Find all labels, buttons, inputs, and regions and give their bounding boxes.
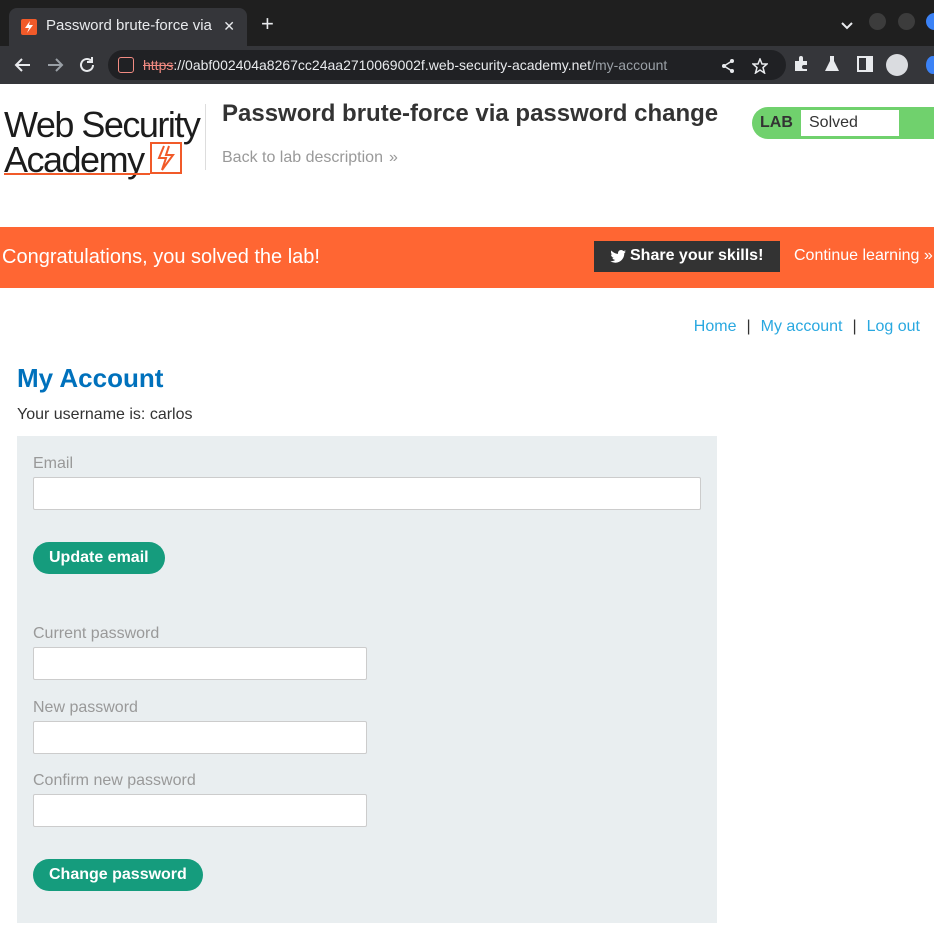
back-arrow-icon[interactable] bbox=[13, 55, 33, 75]
share-skills-label: Share your skills! bbox=[630, 247, 764, 264]
page-title: My Account bbox=[17, 363, 164, 393]
nav-log-out-link[interactable]: Log out bbox=[867, 318, 920, 335]
labs-flask-icon[interactable] bbox=[824, 55, 840, 78]
tab-search-icon[interactable] bbox=[840, 18, 854, 36]
current-password-label: Current password bbox=[33, 625, 160, 642]
window-minimize-icon[interactable] bbox=[869, 13, 886, 30]
update-email-button[interactable]: Update email bbox=[33, 542, 165, 574]
browser-toolbar: https://0abf002404a8267cc24aa2710069002f… bbox=[0, 46, 934, 84]
change-password-button[interactable]: Change password bbox=[33, 859, 203, 891]
web-security-academy-logo[interactable]: Web Security Academy bbox=[4, 104, 204, 180]
logo-underline bbox=[4, 173, 150, 175]
nav-separator: | bbox=[746, 318, 751, 335]
bookmark-star-icon[interactable] bbox=[751, 56, 769, 79]
lab-title: Password brute-force via password change bbox=[222, 100, 719, 127]
logo-bolt-icon bbox=[150, 142, 182, 174]
browser-tab[interactable]: Password brute-force via p ✕ bbox=[9, 8, 247, 46]
burp-favicon-icon bbox=[21, 19, 37, 35]
account-form-panel: Email Update email Current password New … bbox=[17, 436, 717, 923]
side-panel-icon[interactable] bbox=[857, 55, 873, 78]
new-password-label: New password bbox=[33, 699, 138, 716]
lab-status-value: Solved bbox=[801, 110, 899, 136]
url-text: https://0abf002404a8267cc24aa2710069002f… bbox=[143, 57, 667, 73]
congratulations-message: Congratulations, you solved the lab! bbox=[2, 246, 320, 268]
account-nav: Home | My account | Log out bbox=[694, 318, 920, 336]
username-text: Your username is: carlos bbox=[17, 406, 193, 423]
email-label: Email bbox=[33, 455, 74, 472]
nav-home-link[interactable]: Home bbox=[694, 318, 737, 335]
solved-banner: Congratulations, you solved the lab! Sha… bbox=[0, 227, 934, 288]
confirm-password-field[interactable] bbox=[33, 794, 367, 827]
continue-learning-link[interactable]: Continue learning » bbox=[794, 247, 933, 265]
window-maximize-icon[interactable] bbox=[898, 13, 915, 30]
browser-tab-bar: Password brute-force via p ✕ + bbox=[0, 0, 934, 46]
new-tab-button[interactable]: + bbox=[261, 13, 274, 35]
not-secure-icon[interactable] bbox=[118, 57, 134, 73]
back-link-label: Back to lab description bbox=[222, 149, 383, 166]
share-skills-button[interactable]: Share your skills! bbox=[594, 241, 780, 272]
current-password-field[interactable] bbox=[33, 647, 367, 680]
tab-title: Password brute-force via p bbox=[46, 17, 216, 34]
share-icon[interactable] bbox=[720, 58, 736, 79]
extensions-puzzle-icon[interactable] bbox=[792, 55, 810, 78]
back-chevron-icon: » bbox=[388, 149, 398, 166]
url-host: ://0abf002404a8267cc24aa2710069002f.web-… bbox=[173, 57, 592, 73]
header-divider bbox=[205, 104, 206, 170]
window-close-icon[interactable] bbox=[926, 13, 934, 30]
nav-my-account-link[interactable]: My account bbox=[761, 318, 843, 335]
url-path: /my-account bbox=[591, 57, 668, 73]
reload-icon[interactable] bbox=[77, 55, 97, 75]
address-bar[interactable]: https://0abf002404a8267cc24aa2710069002f… bbox=[108, 50, 786, 80]
email-field[interactable] bbox=[33, 477, 701, 510]
twitter-icon bbox=[610, 250, 626, 268]
lab-label: LAB bbox=[760, 114, 793, 131]
forward-arrow-icon[interactable] bbox=[45, 55, 65, 75]
tab-close-icon[interactable]: ✕ bbox=[223, 18, 235, 35]
nav-separator: | bbox=[852, 318, 857, 335]
url-scheme: https bbox=[143, 57, 174, 73]
confirm-password-label: Confirm new password bbox=[33, 772, 196, 789]
profile-avatar-icon[interactable] bbox=[886, 54, 908, 76]
back-to-lab-link[interactable]: Back to lab description » bbox=[222, 149, 398, 167]
lab-status-badge: LAB Solved bbox=[752, 107, 934, 139]
browser-menu-icon[interactable] bbox=[926, 56, 934, 74]
new-password-field[interactable] bbox=[33, 721, 367, 754]
